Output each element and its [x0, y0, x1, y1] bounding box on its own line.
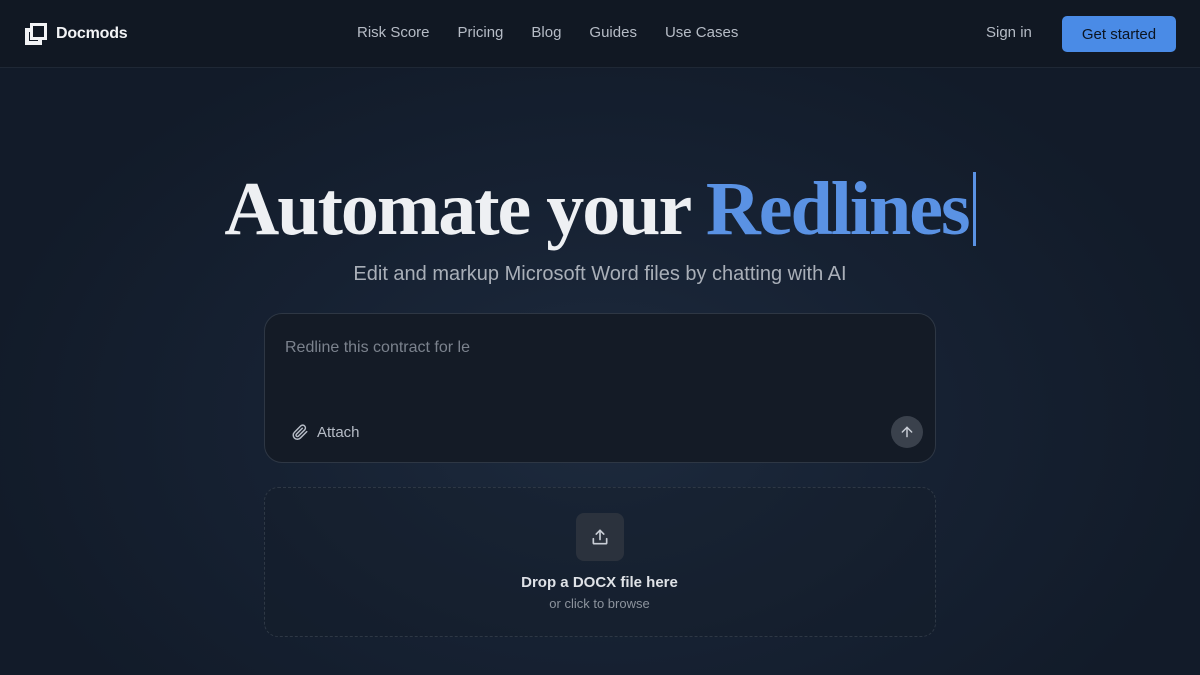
nav-link-pricing[interactable]: Pricing — [458, 24, 504, 44]
typing-cursor — [972, 172, 976, 246]
attach-label: Attach — [317, 423, 360, 441]
prompt-box: Attach — [264, 313, 936, 463]
paperclip-icon — [292, 424, 308, 441]
nav-link-guides[interactable]: Guides — [589, 24, 637, 44]
brand-logo[interactable]: Docmods — [25, 22, 128, 46]
brand-name: Docmods — [56, 25, 128, 42]
hero-title: Automate your Redlines — [0, 164, 1200, 254]
hero-subtitle: Edit and markup Microsoft Word files by … — [353, 263, 847, 285]
nav-link-blog[interactable]: Blog — [531, 24, 561, 44]
upload-icon-container — [576, 513, 624, 561]
attach-button[interactable]: Attach — [291, 420, 360, 444]
nav-link-risk-score[interactable]: Risk Score — [357, 24, 430, 44]
docmods-logo-icon — [25, 23, 47, 45]
dropzone-title: Drop a DOCX file here — [521, 574, 678, 591]
upload-icon — [592, 529, 608, 545]
send-button[interactable] — [891, 416, 923, 448]
nav-link-use-cases[interactable]: Use Cases — [665, 24, 738, 44]
get-started-button[interactable]: Get started — [1062, 16, 1176, 52]
arrow-up-icon — [901, 426, 913, 438]
top-navbar: Docmods Risk Score Pricing Blog Guides U… — [0, 0, 1200, 68]
hero-title-prefix: Automate your — [224, 167, 706, 251]
prompt-input[interactable] — [285, 336, 905, 360]
sign-in-link[interactable]: Sign in — [986, 24, 1032, 41]
hero-title-accent: Redlines — [705, 167, 971, 251]
dropzone-subtitle: or click to browse — [549, 596, 650, 611]
docx-dropzone[interactable]: Drop a DOCX file here or click to browse — [264, 487, 936, 637]
main-nav: Risk Score Pricing Blog Guides Use Cases — [357, 24, 738, 44]
